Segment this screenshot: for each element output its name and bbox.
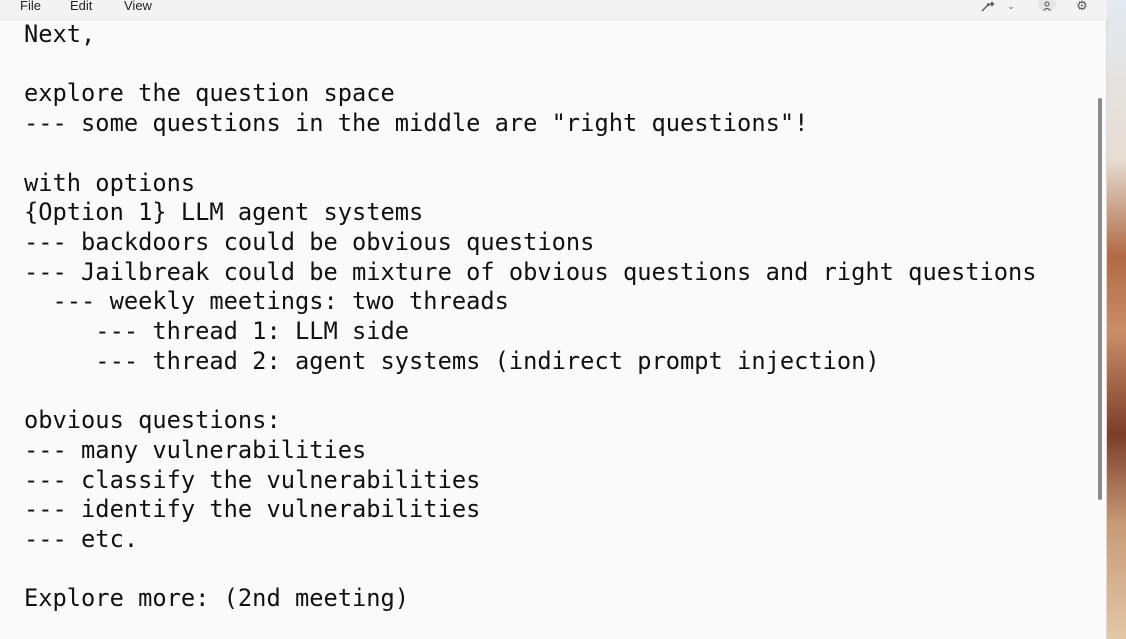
- menu-file[interactable]: File: [20, 0, 41, 12]
- text-line: {Option 1} LLM agent systems: [24, 198, 424, 227]
- desktop-wallpaper-right: [1104, 0, 1126, 639]
- menu-view[interactable]: View: [124, 0, 152, 12]
- text-line: Explore more: (2nd meeting): [24, 584, 410, 613]
- text-line: --- some questions in the middle are "ri…: [24, 109, 809, 138]
- notepad-window: File Edit View ⌄ ⚙ Next, explore the que…: [0, 0, 1107, 639]
- text-line: --- etc.: [24, 524, 139, 553]
- menu-bar: File Edit View ⌄ ⚙: [0, 0, 1107, 20]
- text-line: --- classify the vulnerabilities: [24, 465, 481, 494]
- vertical-scrollbar[interactable]: [1098, 98, 1102, 500]
- text-line: --- backdoors could be obvious questions: [24, 227, 595, 256]
- text-editor[interactable]: Next, explore the question space --- som…: [0, 20, 1098, 639]
- text-line: obvious questions:: [24, 406, 281, 435]
- chevron-down-icon[interactable]: ⌄: [1005, 0, 1017, 14]
- text-line: --- thread 1: LLM side: [24, 317, 410, 345]
- settings-icon[interactable]: ⚙: [1073, 0, 1091, 14]
- text-line: --- weekly meetings: two threads: [24, 287, 509, 316]
- text-line: explore the question space: [24, 79, 395, 108]
- text-line: with options: [24, 168, 196, 197]
- account-icon[interactable]: [1037, 0, 1057, 14]
- text-line: --- thread 2: agent systems (indirect pr…: [24, 346, 880, 375]
- menu-edit[interactable]: Edit: [70, 0, 92, 12]
- text-line: --- many vulnerabilities: [24, 435, 367, 464]
- avatar: [1038, 0, 1056, 12]
- copilot-icon[interactable]: [980, 0, 996, 14]
- text-line: Next,: [24, 20, 96, 48]
- text-line: --- Jailbreak could be mixture of obviou…: [24, 257, 1037, 286]
- text-line: --- identify the vulnerabilities: [24, 495, 481, 524]
